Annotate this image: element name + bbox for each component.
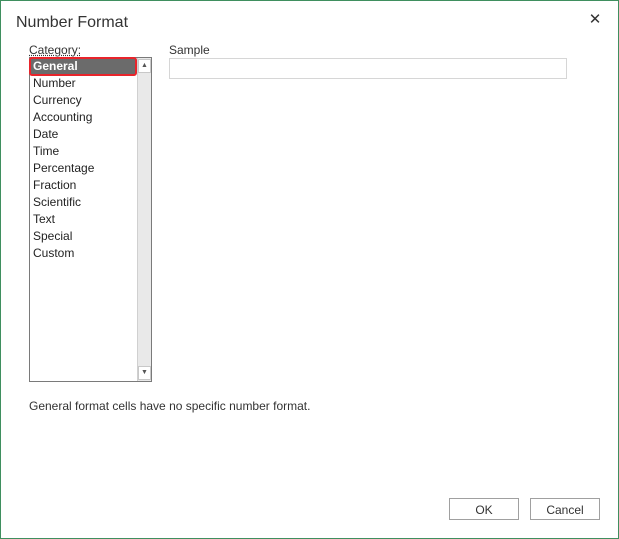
category-item-fraction[interactable]: Fraction bbox=[30, 177, 136, 194]
category-item-custom[interactable]: Custom bbox=[30, 245, 136, 262]
category-label: Category: bbox=[29, 43, 82, 57]
scroll-down-icon[interactable]: ▼ bbox=[138, 366, 151, 380]
category-item-time[interactable]: Time bbox=[30, 143, 136, 160]
category-item-accounting[interactable]: Accounting bbox=[30, 109, 136, 126]
category-scrollbar[interactable]: ▲ ▼ bbox=[137, 58, 151, 381]
dialog-title: Number Format bbox=[16, 14, 129, 31]
category-item-percentage[interactable]: Percentage bbox=[30, 160, 136, 177]
category-listbox[interactable]: General Number Currency Accounting Date … bbox=[29, 57, 152, 382]
scroll-up-icon[interactable]: ▲ bbox=[138, 59, 151, 73]
category-item-scientific[interactable]: Scientific bbox=[30, 194, 136, 211]
category-item-date[interactable]: Date bbox=[30, 126, 136, 143]
category-item-special[interactable]: Special bbox=[30, 228, 136, 245]
close-icon[interactable]: ✕ bbox=[586, 11, 604, 29]
category-item-currency[interactable]: Currency bbox=[30, 92, 136, 109]
format-description: General format cells have no specific nu… bbox=[29, 399, 311, 413]
category-list: General Number Currency Accounting Date … bbox=[29, 57, 137, 381]
number-format-dialog: Number Format ✕ Category: General Number… bbox=[0, 0, 619, 539]
category-item-general[interactable]: General bbox=[29, 57, 137, 76]
category-item-text[interactable]: Text bbox=[30, 211, 136, 228]
sample-label: Sample bbox=[169, 43, 210, 57]
cancel-button[interactable]: Cancel bbox=[530, 498, 600, 520]
ok-button[interactable]: OK bbox=[449, 498, 519, 520]
category-item-number[interactable]: Number bbox=[30, 75, 136, 92]
sample-preview bbox=[169, 58, 567, 79]
